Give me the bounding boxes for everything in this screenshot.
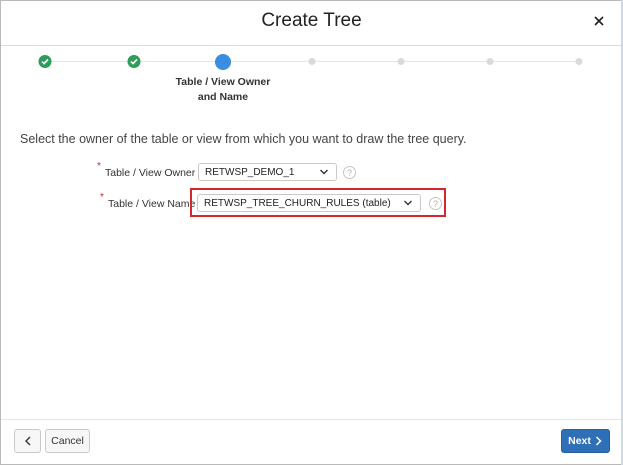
owner-select-value: RETWSP_DEMO_1 [205,166,295,178]
next-button[interactable]: Next [561,429,610,453]
close-icon[interactable] [592,14,606,28]
owner-help-icon[interactable]: ? [343,166,356,179]
wizard-step-4 [308,55,316,65]
wizard-step-3-current [215,54,231,70]
next-button-label: Next [568,435,591,447]
instructions-text: Select the owner of the table or view fr… [20,132,467,146]
back-button[interactable] [14,429,41,453]
highlight-box [190,188,446,217]
check-icon [38,55,52,68]
wizard-step-5 [397,55,405,65]
chevron-right-icon [595,436,602,446]
owner-select[interactable]: RETWSP_DEMO_1 [198,163,337,181]
cancel-button[interactable]: Cancel [45,429,90,453]
wizard-step-7 [575,55,583,65]
name-label: Table / View Name [108,198,196,210]
footer-divider [1,419,622,420]
wizard-step-2 [127,55,141,68]
chevron-left-icon [24,436,30,446]
step-label-line1: Table / View Owner [175,76,271,88]
check-icon [127,55,141,68]
current-step-label: Table / View Owner and Name [176,75,271,105]
dialog-title: Create Tree [261,10,362,31]
wizard-step-6 [486,55,494,65]
create-tree-dialog: Create Tree Table / View Owner and Name … [0,0,623,465]
current-step-dot [215,54,231,70]
chevron-down-icon [320,169,328,175]
owner-label: Table / View Owner [105,167,196,179]
required-indicator: * [100,192,104,203]
required-indicator: * [97,161,101,172]
step-label-line2: and Name [197,91,249,103]
wizard-progress [38,54,583,70]
wizard-step-1 [38,55,52,68]
header-divider [1,45,622,46]
